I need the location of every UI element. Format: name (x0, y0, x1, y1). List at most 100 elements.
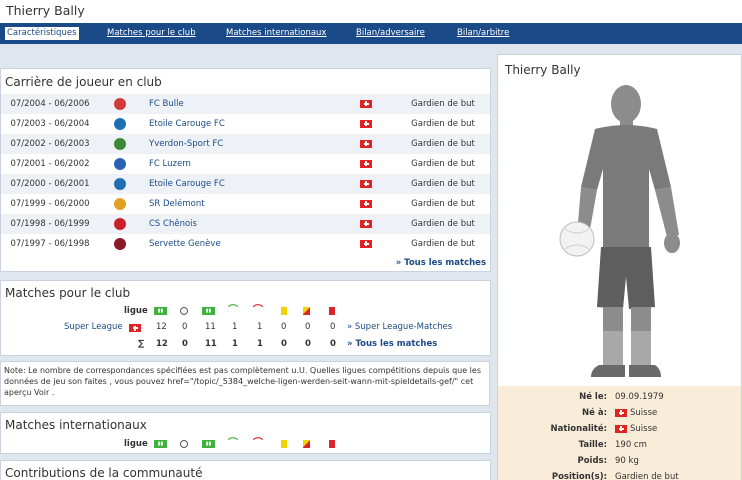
note-text: Note: Le nombre de correspondances spéci… (0, 361, 490, 406)
club-logo-icon (114, 98, 126, 110)
stat-total: 1 (232, 339, 238, 349)
career-position: Gardien de but (396, 94, 490, 114)
club-name-link[interactable]: SR Delémont (141, 194, 336, 214)
club-logo-cell (99, 154, 141, 174)
red-card-icon (329, 307, 335, 315)
swiss-flag-icon (615, 408, 627, 417)
career-period: 07/1999 - 06/2000 (1, 194, 99, 214)
stats-league-row: Super League 12 0 11 1 1 0 0 0 » Super L… (1, 322, 492, 334)
stat-value: 1 (257, 322, 263, 332)
club-logo-icon (114, 198, 126, 210)
stat-value: 12 (156, 322, 167, 332)
profile-info-label: Né à: (582, 408, 607, 418)
club-logo-cell (99, 134, 141, 154)
profile-name: Thierry Bally (505, 63, 581, 77)
nav-bar: Caractéristiques Matches pour le club Ma… (0, 23, 742, 44)
club-logo-icon (114, 218, 126, 230)
table-row: 07/2001 - 06/2002 FC Luzern Gardien de but (1, 154, 490, 174)
club-logo-icon (114, 238, 126, 250)
tab-bilan-arbitre[interactable]: Bilan/arbitre (457, 28, 509, 38)
career-period: 07/2004 - 06/2006 (1, 94, 99, 114)
table-row: 07/1999 - 06/2000 SR Delémont Gardien de b… (1, 194, 490, 214)
league-matches-link[interactable]: » Super League-Matches (347, 322, 452, 332)
flag-cell (336, 114, 396, 134)
club-name-link[interactable]: CS Chênois (141, 214, 336, 234)
swiss-flag-icon (360, 99, 372, 108)
stat-total: 0 (330, 339, 336, 349)
col-label-ligue: ligue (124, 439, 148, 449)
club-name-link[interactable]: FC Luzern (141, 154, 336, 174)
swiss-flag-icon (129, 324, 141, 332)
career-period: 07/2000 - 06/2001 (1, 174, 99, 194)
stat-value: 0 (281, 322, 287, 332)
career-position: Gardien de but (396, 114, 490, 134)
profile-info-label: Taille: (578, 440, 607, 450)
sub-in-icon: ⌒ (228, 305, 238, 316)
career-position: Gardien de but (396, 154, 490, 174)
club-logo-cell (99, 174, 141, 194)
profile-info-row: Né le: 09.09.1979 (498, 392, 741, 408)
profile-panel: Thierry Bally Né le: 09.09.1979 Né à: Suiss… (497, 54, 742, 480)
career-period: 07/1998 - 06/1999 (1, 214, 99, 234)
profile-info-value: Suisse (630, 408, 658, 418)
flag-cell (336, 174, 396, 194)
career-period: 07/1997 - 06/1998 (1, 234, 99, 254)
profile-info-value-wrap: 09.09.1979 (615, 392, 664, 402)
tab-matches-internationaux[interactable]: Matches internationaux (226, 28, 326, 38)
goals-icon (180, 440, 188, 448)
profile-info: Né le: 09.09.1979 Né à: Suisse Nationalité: S… (498, 386, 741, 480)
flag-cell (336, 154, 396, 174)
community-title: Contributions de la communauté (5, 466, 203, 480)
total-matches-link[interactable]: » Tous les matches (347, 339, 437, 349)
club-name-link[interactable]: FC Bulle (141, 94, 336, 114)
club-logo-icon (114, 138, 126, 150)
swiss-flag-icon (360, 159, 372, 168)
career-position: Gardien de but (396, 134, 490, 154)
profile-info-value: Gardien de but (615, 472, 679, 480)
table-row: 07/1997 - 06/1998 Servette Genève Gardien … (1, 234, 490, 254)
club-logo-cell (99, 234, 141, 254)
table-row: 07/1998 - 06/1999 CS Chênois Gardien de bu… (1, 214, 490, 234)
tab-caracteristiques[interactable]: Caractéristiques (5, 27, 79, 40)
club-logo-cell (99, 114, 141, 134)
career-position: Gardien de but (396, 174, 490, 194)
career-period: 07/2002 - 06/2003 (1, 134, 99, 154)
flag-cell (336, 134, 396, 154)
stat-total: 11 (205, 339, 217, 349)
club-name-link[interactable]: Yverdon-Sport FC (141, 134, 336, 154)
yellow-card-icon (281, 440, 287, 448)
tab-bilan-adversaire[interactable]: Bilan/adversaire (356, 28, 425, 38)
profile-info-value-wrap: Suisse (615, 408, 657, 418)
career-section: Carrière de joueur en club 07/2004 - 06/… (0, 68, 491, 272)
stat-total: 0 (305, 339, 311, 349)
all-matches-link[interactable]: » Tous les matches (396, 258, 486, 268)
profile-info-value: Suisse (630, 424, 658, 434)
starting-eleven-icon: ▮▮ (202, 307, 215, 315)
player-silhouette-image (559, 85, 680, 377)
tab-matches-club[interactable]: Matches pour le club (107, 28, 196, 38)
profile-info-value-wrap: Suisse (615, 424, 657, 434)
stat-value: 11 (205, 322, 216, 332)
stats-total-row: ∑ 12 0 11 1 1 0 0 0 » Tous les matches (1, 339, 492, 351)
flag-cell (336, 194, 396, 214)
flag-cell (336, 94, 396, 114)
profile-info-row: Taille: 190 cm (498, 440, 741, 456)
profile-info-row: Position(s): Gardien de but (498, 472, 741, 480)
matches-icon: ▮▮ (154, 440, 167, 448)
club-logo-icon (114, 158, 126, 170)
career-table: 07/2004 - 06/2006 FC Bulle Gardien de but 0… (1, 94, 490, 254)
club-name-link[interactable]: Etoile Carouge FC (141, 114, 336, 134)
sub-in-icon: ⌒ (228, 438, 238, 449)
profile-info-value-wrap: 190 cm (615, 440, 647, 450)
career-period: 07/2001 - 06/2002 (1, 154, 99, 174)
league-name-link[interactable]: Super League (64, 322, 123, 332)
col-label-ligue: ligue (124, 306, 148, 316)
club-name-link[interactable]: Servette Genève (141, 234, 336, 254)
club-logo-icon (114, 178, 126, 190)
club-matches-title: Matches pour le club (5, 286, 131, 300)
sub-out-icon: ⌒ (253, 305, 263, 316)
stat-total: 0 (281, 339, 287, 349)
club-name-link[interactable]: Etoile Carouge FC (141, 174, 336, 194)
sum-symbol: ∑ (138, 339, 145, 349)
career-position: Gardien de but (396, 234, 490, 254)
